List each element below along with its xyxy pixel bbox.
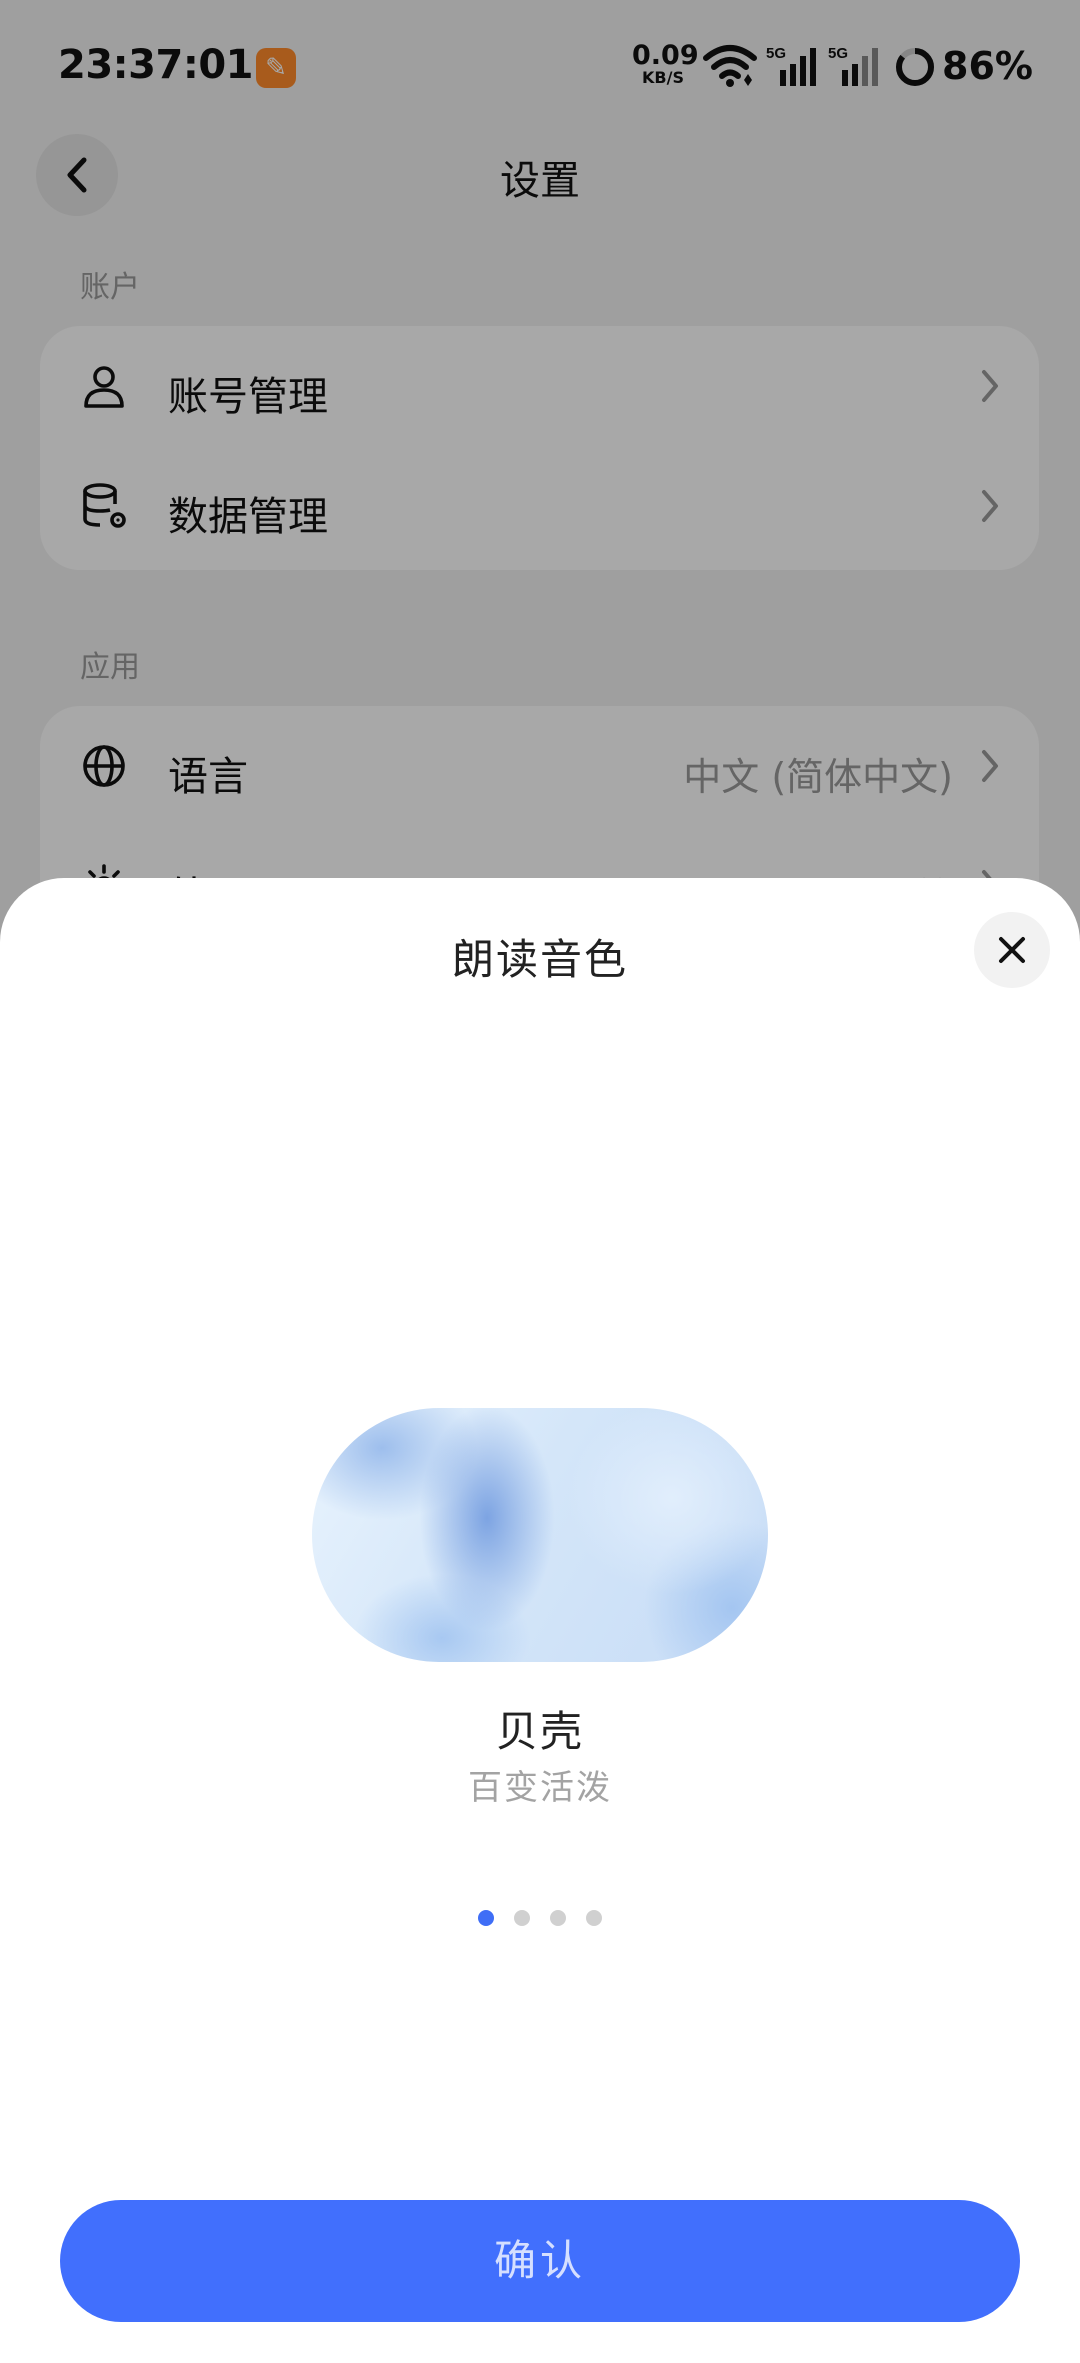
sheet-title: 朗读音色 bbox=[451, 935, 628, 984]
page-dot[interactable] bbox=[586, 1910, 602, 1926]
voice-description: 百变活泼 bbox=[468, 1768, 612, 1808]
voice-name: 贝壳 bbox=[495, 1707, 584, 1756]
voice-preview-orb[interactable] bbox=[312, 1408, 768, 1662]
page-dot[interactable] bbox=[478, 1910, 494, 1926]
close-icon bbox=[999, 937, 1025, 963]
close-button[interactable] bbox=[974, 912, 1050, 988]
page-indicator bbox=[0, 1910, 1080, 1926]
page-dot[interactable] bbox=[514, 1910, 530, 1926]
voice-picker-sheet: 朗读音色 贝壳 百变活泼 确认 bbox=[0, 878, 1080, 2363]
confirm-button[interactable]: 确认 bbox=[60, 2200, 1020, 2322]
page-dot[interactable] bbox=[550, 1910, 566, 1926]
